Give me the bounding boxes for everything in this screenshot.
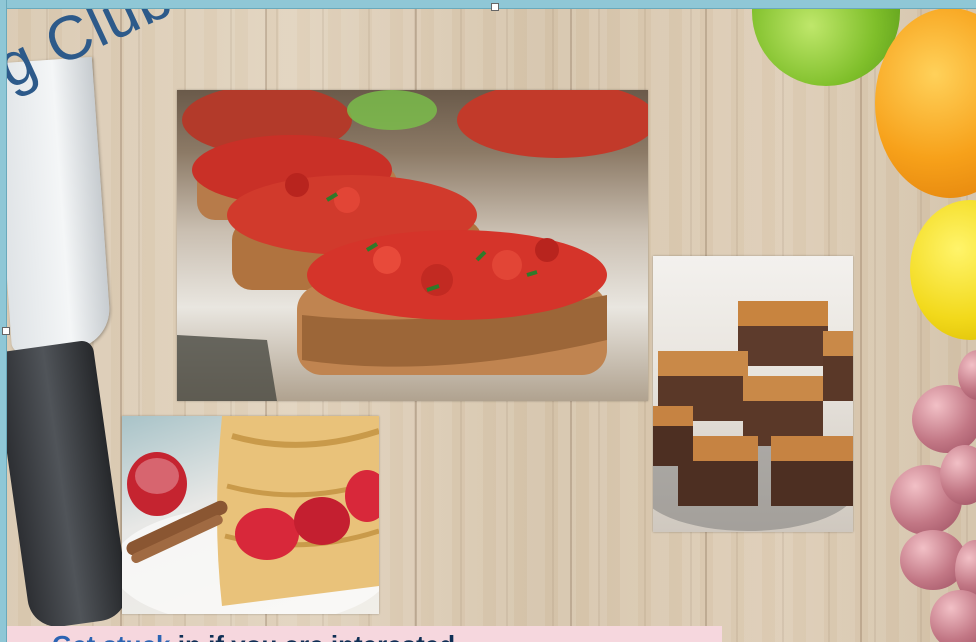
selection-border-top bbox=[0, 0, 976, 9]
fudge-photo[interactable] bbox=[653, 256, 853, 532]
knife-handle-image bbox=[0, 339, 131, 631]
slide-canvas[interactable]: ing Club bbox=[0, 0, 976, 642]
selection-border-left bbox=[0, 0, 7, 642]
lemon-image bbox=[910, 200, 976, 340]
get-stuck-text: Get stuck bbox=[52, 630, 171, 642]
resize-handle-left[interactable] bbox=[2, 327, 10, 335]
bruschetta-photo[interactable] bbox=[177, 90, 648, 401]
interested-text: in if you are interested bbox=[178, 630, 455, 642]
crepes-photo[interactable] bbox=[122, 416, 379, 614]
resize-handle-top[interactable] bbox=[491, 3, 499, 11]
bottom-text-box[interactable]: Get stuck in if you are interested bbox=[0, 626, 722, 642]
